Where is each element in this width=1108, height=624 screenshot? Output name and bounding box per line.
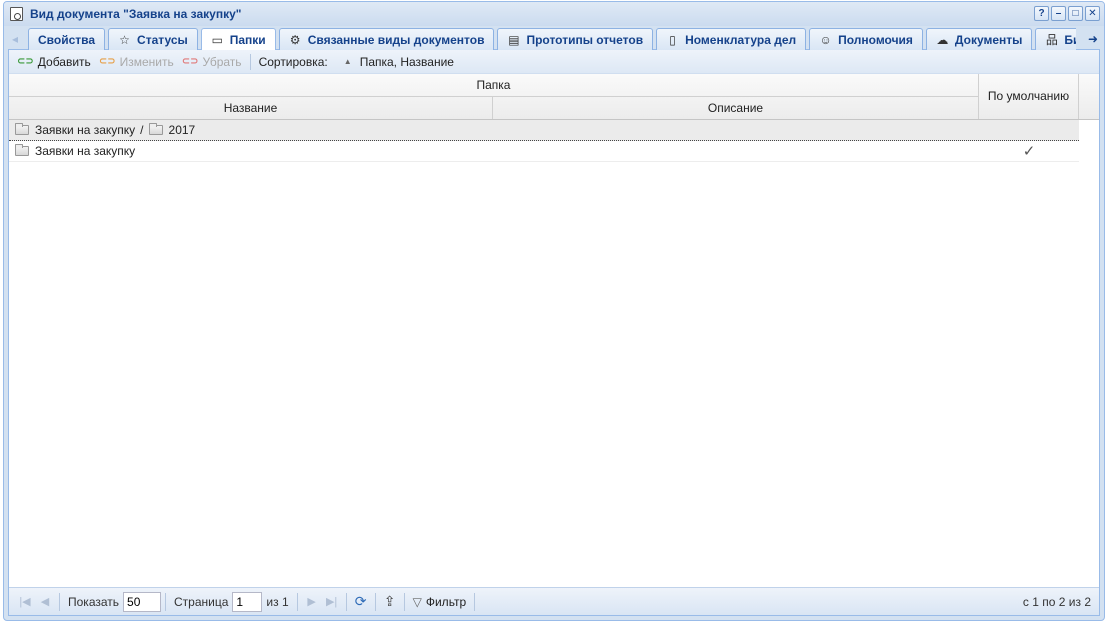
filter-label: Фильтр — [425, 594, 467, 609]
tab-label: Номенклатура дел — [685, 32, 797, 47]
show-label: Показать — [68, 594, 120, 609]
window-titlebar[interactable]: Вид документа "Заявка на закупку" ? – □ … — [4, 2, 1104, 26]
folder-icon — [15, 144, 29, 156]
registry-icon: ▯ — [669, 32, 676, 47]
tab-label: Свойства — [38, 32, 96, 47]
grid-body: Заявки на закупку / 2017 Заявки на закуп… — [9, 120, 1099, 162]
sort-ascending-icon: ▲ — [343, 57, 352, 66]
tab-scroll-right-icon[interactable]: ➜ — [1086, 30, 1100, 48]
pager-separator — [59, 592, 60, 611]
paging-info: с 1 по 2 из 2 — [1022, 595, 1091, 609]
pager-separator — [296, 592, 298, 611]
remove-label: Убрать — [202, 54, 242, 69]
tabs: Свойства ☆ Статусы ▭ Папки ⚙ Связанные в… — [28, 28, 1076, 50]
folder-icon — [148, 123, 163, 135]
sort-label: Сортировка: — [258, 54, 328, 69]
tab-statuses[interactable]: ☆ Статусы — [108, 28, 198, 50]
tab-label: Документы — [954, 32, 1023, 47]
pager-separator — [474, 592, 476, 611]
folder-name: Заявки на закупку — [35, 144, 136, 158]
tab-label: Бизнес- — [1064, 32, 1076, 47]
last-page-icon[interactable]: ▶| — [322, 595, 342, 608]
report-icon: ▤ — [508, 32, 520, 47]
document-settings-icon — [10, 7, 23, 21]
first-page-icon[interactable]: |◀ — [15, 595, 35, 608]
tab-documents[interactable]: ☁ Документы — [925, 28, 1033, 50]
tab-strip: ◂ Свойства ☆ Статусы ▭ Папки ⚙ Связанные… — [8, 26, 1100, 50]
tab-report-prototypes[interactable]: ▤ Прототипы отчетов — [497, 28, 654, 50]
pager-separator — [345, 592, 347, 611]
tab-folders[interactable]: ▭ Папки — [200, 28, 276, 50]
prev-page-icon[interactable]: ◀ — [35, 595, 55, 608]
linked-doc-icon: ⚙ — [289, 32, 301, 47]
help-button[interactable]: ? — [1034, 6, 1049, 21]
link-add-icon: ⊂⊃ — [17, 56, 34, 67]
tab-scroll-left-icon[interactable]: ◂ — [8, 30, 22, 48]
folder-icon — [15, 123, 29, 135]
checkmark-icon: ✓ — [1022, 143, 1036, 160]
tab-permissions[interactable]: ☺ Полномочия — [809, 28, 923, 50]
refresh-icon[interactable]: ⟳ — [351, 593, 371, 610]
subfolder-name: 2017 — [168, 123, 196, 137]
filter-icon: ▽ — [412, 594, 422, 609]
maximize-button[interactable]: □ — [1068, 6, 1083, 21]
edit-label: Изменить — [119, 54, 174, 69]
page-number-input[interactable] — [232, 591, 263, 612]
column-header-description[interactable]: Описание — [493, 97, 979, 119]
paging-toolbar: |◀ ◀ Показать Страница из 1 ▶ ▶| ⟳ ⇪ ▽ Ф… — [9, 587, 1099, 615]
link-edit-icon: ⊂⊃ — [98, 56, 116, 67]
column-group-folder: Папка — [9, 74, 979, 97]
tab-linked-doc-types[interactable]: ⚙ Связанные виды документов — [278, 28, 495, 50]
tab-case-registry[interactable]: ▯ Номенклатура дел — [656, 28, 807, 50]
tab-label: Полномочия — [838, 32, 913, 47]
cell-name: Заявки на закупку / 2017 — [9, 123, 493, 137]
page-label: Страница — [174, 594, 229, 609]
sort-value: Папка, Название — [359, 54, 454, 69]
toolbar-separator — [249, 53, 251, 70]
page-size-input[interactable] — [123, 591, 162, 612]
tab-label: Связанные виды документов — [307, 32, 485, 47]
pager-separator — [374, 592, 376, 611]
tab-label: Прототипы отчетов — [526, 32, 644, 47]
document-type-window: Вид документа "Заявка на закупку" ? – □ … — [3, 1, 1105, 621]
folder-icon: ▭ — [211, 33, 223, 47]
star-icon: ☆ — [119, 32, 130, 47]
user-key-icon: ☺ — [819, 32, 832, 47]
page-count: из 1 — [266, 594, 289, 609]
cloud-doc-icon: ☁ — [936, 32, 949, 47]
tab-properties[interactable]: Свойства — [28, 28, 106, 50]
tab-label: Статусы — [137, 32, 188, 47]
cell-name: Заявки на закупку — [9, 144, 493, 158]
folders-panel: ⊂⊃ Добавить ⊂⊃ Изменить ⊂⊃ Убрать Сортир… — [8, 50, 1100, 616]
sort-button[interactable]: ▲ Папка, Название — [340, 51, 458, 73]
link-remove-icon: ⊂⊃ — [181, 56, 199, 67]
filter-button[interactable]: ▽ Фильтр — [409, 591, 471, 613]
window-tools: ? – □ ✕ — [1034, 6, 1100, 21]
table-row[interactable]: Заявки на закупку / 2017 — [9, 120, 1079, 141]
window-title: Вид документа "Заявка на закупку" — [30, 7, 242, 21]
path-separator: / — [140, 123, 144, 137]
add-button[interactable]: ⊂⊃ Добавить — [13, 51, 95, 73]
table-row[interactable]: Заявки на закупку ✓ — [9, 141, 1079, 162]
toolbar: ⊂⊃ Добавить ⊂⊃ Изменить ⊂⊃ Убрать Сортир… — [9, 50, 1099, 74]
add-label: Добавить — [37, 54, 91, 69]
org-chart-icon: 品 — [1045, 33, 1058, 47]
tab-business-processes[interactable]: 品 Бизнес- — [1035, 28, 1076, 50]
folder-name: Заявки на закупку — [35, 123, 136, 137]
minimize-button[interactable]: – — [1051, 6, 1066, 21]
next-page-icon[interactable]: ▶ — [302, 595, 322, 608]
column-header-default[interactable]: По умолчанию — [979, 74, 1079, 119]
remove-button[interactable]: ⊂⊃ Убрать — [178, 51, 246, 73]
grid-header: Папка Название Описание По умолчанию — [9, 74, 1099, 120]
export-icon[interactable]: ⇪ — [380, 593, 400, 610]
tab-label: Папки — [229, 33, 266, 47]
column-header-name[interactable]: Название — [9, 97, 493, 119]
pager-separator — [165, 592, 167, 611]
pager-separator — [403, 592, 405, 611]
close-button[interactable]: ✕ — [1085, 6, 1100, 21]
edit-button[interactable]: ⊂⊃ Изменить — [95, 51, 178, 73]
